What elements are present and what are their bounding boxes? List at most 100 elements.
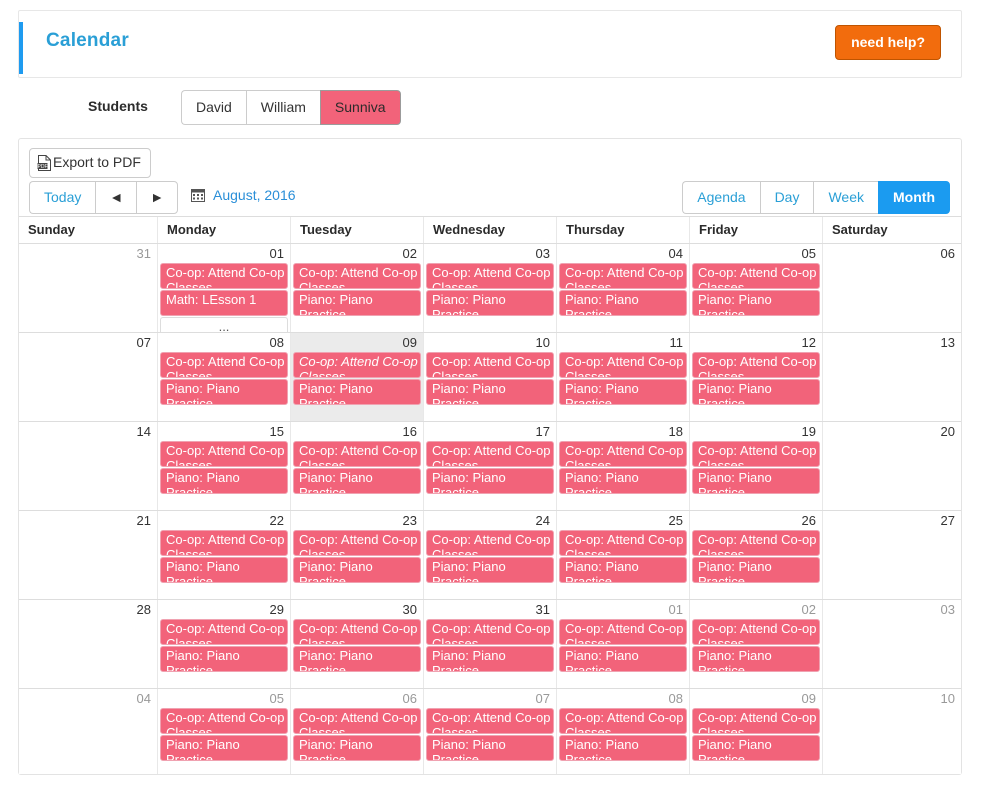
- calendar-day-cell[interactable]: 31 Co-op: Attend Co-op Classes Piano: Pian…: [424, 600, 557, 688]
- calendar-event[interactable]: Piano: Piano Practice: [160, 557, 288, 583]
- calendar-day-cell[interactable]: 20: [823, 422, 961, 510]
- calendar-event[interactable]: Piano: Piano Practice: [160, 646, 288, 672]
- calendar-event[interactable]: Piano: Piano Practice: [293, 290, 421, 316]
- calendar-event[interactable]: Co-op: Attend Co-op Classes: [160, 441, 288, 467]
- calendar-day-cell[interactable]: 16 Co-op: Attend Co-op Classes Piano: Pian…: [291, 422, 424, 510]
- calendar-event[interactable]: Co-op: Attend Co-op Classes: [160, 619, 288, 645]
- calendar-event[interactable]: Piano: Piano Practice: [559, 468, 687, 494]
- calendar-event[interactable]: Piano: Piano Practice: [293, 468, 421, 494]
- calendar-nav-group[interactable]: Today ◄ ►: [29, 181, 179, 215]
- calendar-event[interactable]: Co-op: Attend Co-op Classes: [293, 352, 421, 378]
- calendar-event[interactable]: Co-op: Attend Co-op Classes: [692, 530, 820, 556]
- calendar-event[interactable]: Co-op: Attend Co-op Classes: [160, 352, 288, 378]
- calendar-day-cell[interactable]: 13: [823, 333, 961, 421]
- calendar-event[interactable]: Co-op: Attend Co-op Classes: [426, 441, 554, 467]
- student-selector[interactable]: David William Sunniva: [181, 90, 401, 126]
- calendar-day-cell[interactable]: 25 Co-op: Attend Co-op Classes Piano: Pian…: [557, 511, 690, 599]
- calendar-day-cell[interactable]: 11 Co-op: Attend Co-op Classes Piano: Pian…: [557, 333, 690, 421]
- view-button-day[interactable]: Day: [759, 181, 814, 215]
- calendar-event[interactable]: Piano: Piano Practice: [559, 646, 687, 672]
- calendar-event[interactable]: Co-op: Attend Co-op Classes: [293, 263, 421, 289]
- calendar-event[interactable]: Co-op: Attend Co-op Classes: [293, 619, 421, 645]
- calendar-day-cell[interactable]: 02 Co-op: Attend Co-op Classes Piano: Pian…: [690, 600, 823, 688]
- calendar-event[interactable]: Piano: Piano Practice: [692, 735, 820, 761]
- calendar-event[interactable]: Piano: Piano Practice: [692, 646, 820, 672]
- calendar-day-cell[interactable]: 07: [19, 333, 158, 421]
- calendar-event[interactable]: Co-op: Attend Co-op Classes: [426, 530, 554, 556]
- calendar-event[interactable]: Co-op: Attend Co-op Classes: [692, 441, 820, 467]
- calendar-day-cell[interactable]: 23 Co-op: Attend Co-op Classes Piano: Pian…: [291, 511, 424, 599]
- calendar-day-cell[interactable]: 04: [19, 689, 158, 774]
- calendar-event[interactable]: Piano: Piano Practice: [160, 735, 288, 761]
- calendar-event[interactable]: Piano: Piano Practice: [293, 646, 421, 672]
- view-button-month[interactable]: Month: [878, 181, 950, 215]
- calendar-day-cell[interactable]: 01 Co-op: Attend Co-op Classes Piano: Pian…: [557, 600, 690, 688]
- calendar-day-cell[interactable]: 24 Co-op: Attend Co-op Classes Piano: Pian…: [424, 511, 557, 599]
- calendar-event[interactable]: Co-op: Attend Co-op Classes: [426, 352, 554, 378]
- calendar-day-cell[interactable]: 30 Co-op: Attend Co-op Classes Piano: Pian…: [291, 600, 424, 688]
- calendar-event[interactable]: Piano: Piano Practice: [692, 290, 820, 316]
- calendar-day-cell[interactable]: 04 Co-op: Attend Co-op Classes Piano: Pian…: [557, 244, 690, 332]
- calendar-event[interactable]: Co-op: Attend Co-op Classes: [559, 619, 687, 645]
- calendar-day-cell[interactable]: 19 Co-op: Attend Co-op Classes Piano: Pian…: [690, 422, 823, 510]
- current-month-label[interactable]: August, 2016: [191, 187, 296, 203]
- calendar-day-cell[interactable]: 08 Co-op: Attend Co-op Classes Piano: Pian…: [158, 333, 291, 421]
- calendar-event[interactable]: Co-op: Attend Co-op Classes: [559, 352, 687, 378]
- export-to-pdf-button[interactable]: PDF Export to PDF: [29, 148, 151, 178]
- calendar-day-cell[interactable]: 18 Co-op: Attend Co-op Classes Piano: Pian…: [557, 422, 690, 510]
- calendar-event[interactable]: Co-op: Attend Co-op Classes: [160, 263, 288, 289]
- calendar-day-cell[interactable]: 10 Co-op: Attend Co-op Classes Piano: Pian…: [424, 333, 557, 421]
- today-button[interactable]: Today: [29, 181, 96, 215]
- view-button-agenda[interactable]: Agenda: [682, 181, 760, 215]
- calendar-day-cell[interactable]: 17 Co-op: Attend Co-op Classes Piano: Pian…: [424, 422, 557, 510]
- view-button-week[interactable]: Week: [813, 181, 879, 215]
- calendar-day-cell[interactable]: 26 Co-op: Attend Co-op Classes Piano: Pian…: [690, 511, 823, 599]
- calendar-event[interactable]: Piano: Piano Practice: [160, 468, 288, 494]
- calendar-event[interactable]: Piano: Piano Practice: [293, 557, 421, 583]
- calendar-event[interactable]: Piano: Piano Practice: [692, 468, 820, 494]
- calendar-event[interactable]: Co-op: Attend Co-op Classes: [426, 708, 554, 734]
- calendar-event[interactable]: Piano: Piano Practice: [160, 379, 288, 405]
- calendar-event[interactable]: Piano: Piano Practice: [426, 468, 554, 494]
- calendar-event[interactable]: Co-op: Attend Co-op Classes: [160, 708, 288, 734]
- calendar-event[interactable]: Piano: Piano Practice: [559, 735, 687, 761]
- calendar-day-cell[interactable]: 28: [19, 600, 158, 688]
- calendar-event[interactable]: Piano: Piano Practice: [426, 735, 554, 761]
- calendar-day-cell[interactable]: 10: [823, 689, 961, 774]
- calendar-event[interactable]: Co-op: Attend Co-op Classes: [692, 619, 820, 645]
- calendar-day-cell[interactable]: 06: [823, 244, 961, 332]
- calendar-day-cell[interactable]: 29 Co-op: Attend Co-op Classes Piano: Pian…: [158, 600, 291, 688]
- student-button-william[interactable]: William: [245, 90, 320, 126]
- calendar-day-cell[interactable]: 27: [823, 511, 961, 599]
- calendar-day-cell[interactable]: 15 Co-op: Attend Co-op Classes Piano: Pian…: [158, 422, 291, 510]
- student-button-sunniva[interactable]: Sunniva: [319, 90, 401, 126]
- calendar-event[interactable]: Math: LEsson 1: [160, 290, 288, 316]
- calendar-event[interactable]: Co-op: Attend Co-op Classes: [692, 263, 820, 289]
- calendar-day-cell[interactable]: 01 Co-op: Attend Co-op Classes Math: LEsso…: [158, 244, 291, 332]
- calendar-event[interactable]: Co-op: Attend Co-op Classes: [293, 708, 421, 734]
- student-button-david[interactable]: David: [181, 90, 246, 126]
- calendar-day-cell[interactable]: 12 Co-op: Attend Co-op Classes Piano: Pian…: [690, 333, 823, 421]
- calendar-event[interactable]: Piano: Piano Practice: [293, 735, 421, 761]
- calendar-event[interactable]: Co-op: Attend Co-op Classes: [559, 441, 687, 467]
- need-help-button[interactable]: need help?: [835, 25, 941, 60]
- prev-month-button[interactable]: ◄: [95, 181, 137, 215]
- calendar-event[interactable]: Co-op: Attend Co-op Classes: [559, 530, 687, 556]
- calendar-event[interactable]: Co-op: Attend Co-op Classes: [559, 263, 687, 289]
- calendar-event[interactable]: Piano: Piano Practice: [692, 379, 820, 405]
- calendar-event[interactable]: Co-op: Attend Co-op Classes: [692, 352, 820, 378]
- calendar-day-cell[interactable]: 07 Co-op: Attend Co-op Classes Piano: Pian…: [424, 689, 557, 774]
- calendar-event[interactable]: Piano: Piano Practice: [692, 557, 820, 583]
- more-events-button[interactable]: ...: [160, 317, 288, 332]
- next-month-button[interactable]: ►: [136, 181, 179, 215]
- calendar-event[interactable]: Co-op: Attend Co-op Classes: [293, 441, 421, 467]
- calendar-event[interactable]: Piano: Piano Practice: [426, 290, 554, 316]
- calendar-event[interactable]: Co-op: Attend Co-op Classes: [160, 530, 288, 556]
- calendar-day-cell[interactable]: 31: [19, 244, 158, 332]
- calendar-day-cell[interactable]: 05 Co-op: Attend Co-op Classes Piano: Pian…: [158, 689, 291, 774]
- calendar-day-cell[interactable]: 21: [19, 511, 158, 599]
- calendar-event[interactable]: Co-op: Attend Co-op Classes: [426, 619, 554, 645]
- calendar-event[interactable]: Piano: Piano Practice: [559, 379, 687, 405]
- calendar-day-cell[interactable]: 05 Co-op: Attend Co-op Classes Piano: Pian…: [690, 244, 823, 332]
- calendar-day-cell[interactable]: 03: [823, 600, 961, 688]
